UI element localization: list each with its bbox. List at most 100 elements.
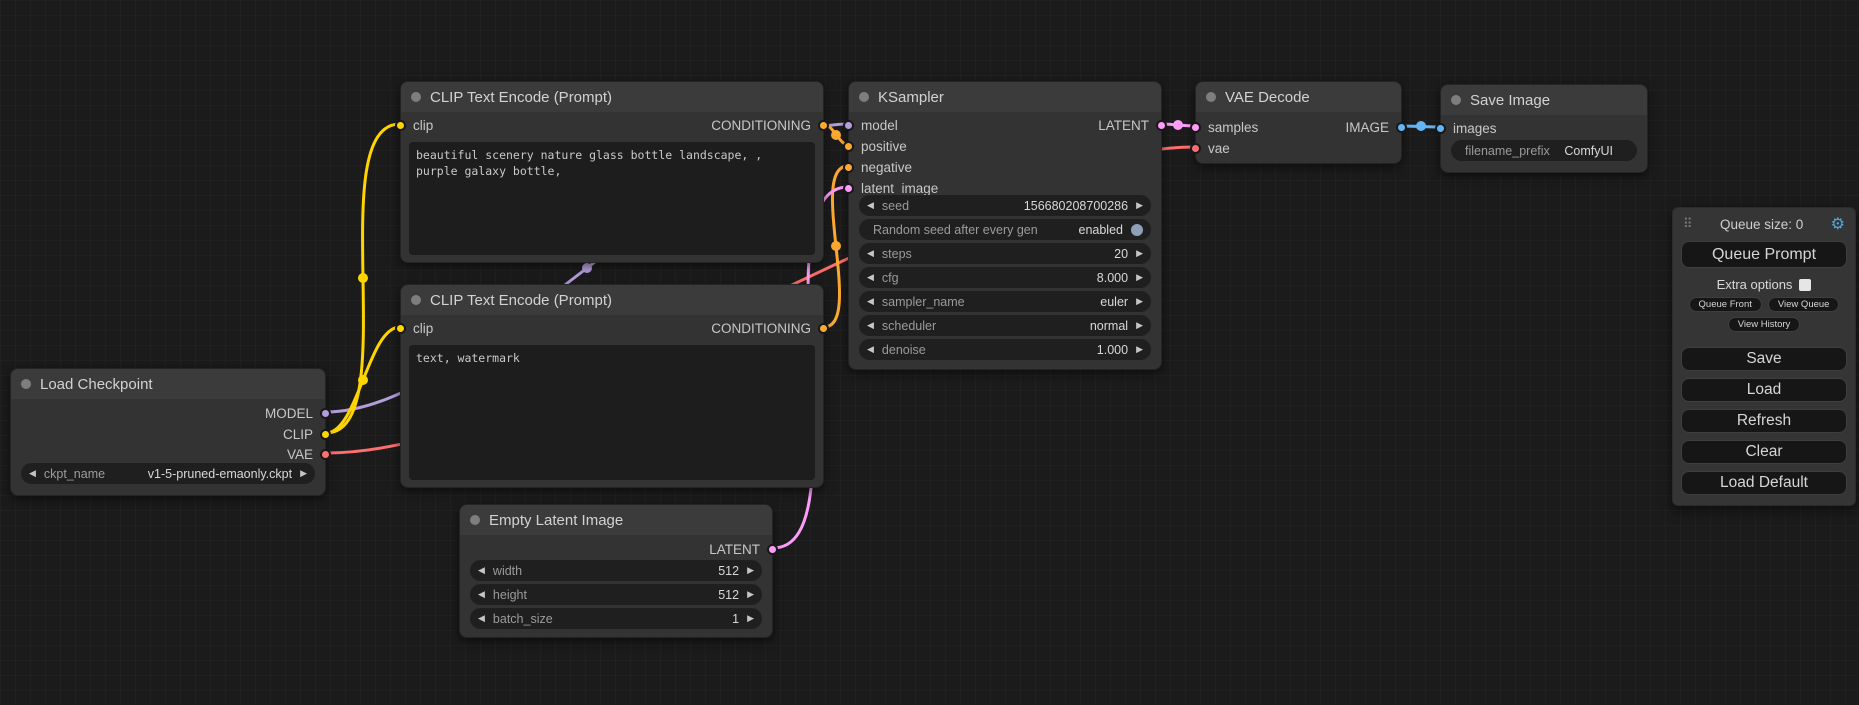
refresh-button[interactable]: Refresh — [1681, 409, 1847, 433]
widget-filename-prefix[interactable]: filename_prefix ComfyUI — [1451, 140, 1637, 161]
increment-arrow-icon[interactable]: ▶ — [1136, 345, 1143, 354]
output-port-latent[interactable] — [1156, 120, 1167, 131]
widget-value: 512 — [718, 564, 739, 578]
load-default-button[interactable]: Load Default — [1681, 471, 1847, 495]
decrement-arrow-icon[interactable]: ◀ — [867, 297, 874, 306]
decrement-arrow-icon[interactable]: ◀ — [867, 273, 874, 282]
node-title-bar[interactable]: CLIP Text Encode (Prompt) — [401, 82, 823, 112]
output-port-conditioning[interactable] — [818, 120, 829, 131]
widget-denoise[interactable]: ◀ denoise 1.000 ▶ — [859, 339, 1151, 360]
widget-sampler-name[interactable]: ◀ sampler_name euler ▶ — [859, 291, 1151, 312]
graph-canvas[interactable]: { "icons": { "arrow_left": "◀", "arrow_r… — [0, 0, 1859, 705]
decrement-arrow-icon[interactable]: ◀ — [478, 566, 485, 575]
widget-label: scheduler — [882, 319, 936, 333]
increment-arrow-icon[interactable]: ▶ — [747, 566, 754, 575]
input-port-samples[interactable] — [1190, 122, 1201, 133]
node-vae-decode[interactable]: VAE Decode samples vae IMAGE — [1195, 81, 1402, 164]
clear-button[interactable]: Clear — [1681, 440, 1847, 464]
widget-steps[interactable]: ◀ steps 20 ▶ — [859, 243, 1151, 264]
view-history-button[interactable]: View History — [1728, 317, 1801, 332]
decrement-arrow-icon[interactable]: ◀ — [478, 614, 485, 623]
widget-width[interactable]: ◀ width 512 ▶ — [470, 560, 762, 581]
widget-scheduler[interactable]: ◀ scheduler normal ▶ — [859, 315, 1151, 336]
drag-handle-icon[interactable]: ⠿ — [1683, 216, 1693, 232]
node-load-checkpoint[interactable]: Load Checkpoint MODEL CLIP VAE ◀ ckpt_na… — [10, 368, 326, 496]
node-title-bar[interactable]: VAE Decode — [1196, 82, 1401, 112]
input-port-model[interactable] — [843, 120, 854, 131]
increment-arrow-icon[interactable]: ▶ — [300, 469, 307, 478]
increment-arrow-icon[interactable]: ▶ — [747, 614, 754, 623]
input-label: samples — [1208, 120, 1258, 135]
node-clip-text-encode-negative[interactable]: CLIP Text Encode (Prompt) clip CONDITION… — [400, 284, 824, 488]
input-port-latent-image[interactable] — [843, 183, 854, 194]
decrement-arrow-icon[interactable]: ◀ — [867, 249, 874, 258]
view-queue-button[interactable]: View Queue — [1768, 297, 1840, 312]
widget-batch-size[interactable]: ◀ batch_size 1 ▶ — [470, 608, 762, 629]
increment-arrow-icon[interactable]: ▶ — [1136, 321, 1143, 330]
output-port-model[interactable] — [320, 408, 331, 419]
decrement-arrow-icon[interactable]: ◀ — [29, 469, 36, 478]
decrement-arrow-icon[interactable]: ◀ — [478, 590, 485, 599]
prompt-textarea[interactable]: beautiful scenery nature glass bottle la… — [409, 142, 815, 255]
collapse-toggle[interactable] — [411, 295, 421, 305]
widget-ckpt-name[interactable]: ◀ ckpt_name v1-5-pruned-emaonly.ckpt ▶ — [21, 463, 315, 484]
input-port-images[interactable] — [1435, 123, 1446, 134]
increment-arrow-icon[interactable]: ▶ — [1136, 273, 1143, 282]
extra-options-label: Extra options — [1717, 277, 1793, 292]
widget-random-seed[interactable]: Random seed after every gen enabled — [859, 219, 1151, 240]
node-title-bar[interactable]: KSampler — [849, 82, 1161, 112]
prompt-textarea[interactable]: text, watermark — [409, 345, 815, 480]
widget-seed[interactable]: ◀ seed 156680208700286 ▶ — [859, 195, 1151, 216]
input-port-clip[interactable] — [395, 120, 406, 131]
wire-clip-positive-midpoint — [358, 273, 368, 283]
collapse-toggle[interactable] — [411, 92, 421, 102]
node-title-bar[interactable]: Load Checkpoint — [11, 369, 325, 399]
widget-height[interactable]: ◀ height 512 ▶ — [470, 584, 762, 605]
increment-arrow-icon[interactable]: ▶ — [747, 590, 754, 599]
extra-options-checkbox[interactable] — [1799, 279, 1811, 291]
output-port-image[interactable] — [1396, 122, 1407, 133]
node-title-bar[interactable]: Empty Latent Image — [460, 505, 772, 535]
node-save-image[interactable]: Save Image images filename_prefix ComfyU… — [1440, 84, 1648, 173]
decrement-arrow-icon[interactable]: ◀ — [867, 345, 874, 354]
increment-arrow-icon[interactable]: ▶ — [1136, 249, 1143, 258]
output-port-latent[interactable] — [767, 544, 778, 555]
settings-gear-icon[interactable]: ⚙ — [1831, 214, 1845, 234]
load-button[interactable]: Load — [1681, 378, 1847, 402]
node-empty-latent-image[interactable]: Empty Latent Image LATENT ◀ width 512 ▶ … — [459, 504, 773, 638]
input-port-positive[interactable] — [843, 141, 854, 152]
output-label: IMAGE — [1345, 120, 1389, 135]
input-label: vae — [1208, 141, 1230, 156]
collapse-toggle[interactable] — [1206, 92, 1216, 102]
input-port-vae[interactable] — [1190, 143, 1201, 154]
increment-arrow-icon[interactable]: ▶ — [1136, 297, 1143, 306]
wire-clip-negative-midpoint — [358, 375, 368, 385]
queue-prompt-button[interactable]: Queue Prompt — [1681, 241, 1847, 268]
comfy-menu-panel[interactable]: ⠿ Queue size: 0 ⚙ Queue Prompt Extra opt… — [1672, 207, 1856, 506]
input-label: negative — [861, 160, 912, 175]
node-title-bar[interactable]: Save Image — [1441, 85, 1647, 115]
increment-arrow-icon[interactable]: ▶ — [1136, 201, 1143, 210]
decrement-arrow-icon[interactable]: ◀ — [867, 201, 874, 210]
widget-cfg[interactable]: ◀ cfg 8.000 ▶ — [859, 267, 1151, 288]
collapse-toggle[interactable] — [470, 515, 480, 525]
collapse-toggle[interactable] — [1451, 95, 1461, 105]
node-title-bar[interactable]: CLIP Text Encode (Prompt) — [401, 285, 823, 315]
node-ksampler[interactable]: KSampler model positive negative latent_… — [848, 81, 1162, 370]
node-clip-text-encode-positive[interactable]: CLIP Text Encode (Prompt) clip CONDITION… — [400, 81, 824, 263]
output-port-clip[interactable] — [320, 429, 331, 440]
output-port-conditioning[interactable] — [818, 323, 829, 334]
widget-label: denoise — [882, 343, 926, 357]
input-port-negative[interactable] — [843, 162, 854, 173]
collapse-toggle[interactable] — [859, 92, 869, 102]
toggle-knob[interactable] — [1131, 224, 1143, 236]
widget-value: 512 — [718, 588, 739, 602]
widget-label: steps — [882, 247, 912, 261]
output-port-vae[interactable] — [320, 449, 331, 460]
save-button[interactable]: Save — [1681, 347, 1847, 371]
queue-front-button[interactable]: Queue Front — [1689, 297, 1762, 312]
input-port-clip[interactable] — [395, 323, 406, 334]
widget-value: 20 — [1114, 247, 1128, 261]
decrement-arrow-icon[interactable]: ◀ — [867, 321, 874, 330]
collapse-toggle[interactable] — [21, 379, 31, 389]
